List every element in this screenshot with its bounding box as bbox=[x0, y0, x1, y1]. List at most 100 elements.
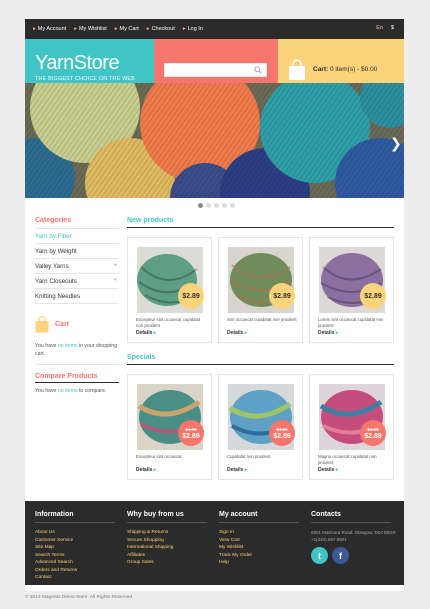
slider-dot[interactable] bbox=[198, 203, 203, 208]
sidebar-cart-title: Cart bbox=[55, 321, 70, 328]
footer-link[interactable]: Contact bbox=[35, 574, 115, 582]
footer-link[interactable]: Affiliates bbox=[127, 552, 207, 560]
log-in-link[interactable]: Log In bbox=[183, 26, 203, 32]
page: My Account My Wishlist My Cart Checkout … bbox=[25, 19, 404, 591]
product-description[interactable]: Excepteur sint occaecat cupidatat non pr… bbox=[136, 317, 206, 328]
product-card[interactable]: $2.89 Sint occaecat cupidatat non proide… bbox=[218, 237, 303, 343]
category-label: Valley Yarns bbox=[35, 263, 69, 270]
category-label: Knitting Needles bbox=[35, 293, 81, 300]
old-price: $4.89 bbox=[185, 427, 197, 432]
category-item[interactable]: Yarn by Weight bbox=[35, 243, 119, 258]
footer-heading: Contacts bbox=[311, 511, 391, 523]
product-card[interactable]: $4.89 $2.89 Cupidatat non proident Detail… bbox=[218, 374, 303, 480]
footer-link[interactable]: Sign In bbox=[219, 529, 299, 537]
top-bar: My Account My Wishlist My Cart Checkout … bbox=[25, 19, 404, 39]
details-link[interactable]: Details bbox=[227, 467, 247, 473]
no-items-link[interactable]: no items bbox=[58, 343, 78, 349]
product-description[interactable]: Magna occaecat cupidatat non proident bbox=[318, 454, 388, 465]
price-badge: $2.89 bbox=[269, 283, 295, 309]
category-label: Yarn Closeouts bbox=[35, 278, 77, 285]
category-item[interactable]: Yarn Closeouts + bbox=[35, 273, 119, 288]
product-description[interactable]: Cupidatat non proident bbox=[227, 454, 297, 460]
expand-icon[interactable]: + bbox=[113, 274, 117, 289]
currency-select[interactable]: $ bbox=[391, 25, 394, 31]
new-products-grid: $2.89 Excepteur sint occaecat cupidatat … bbox=[127, 237, 394, 343]
footer: Information About Us Customer Service Si… bbox=[25, 501, 404, 585]
language-select[interactable]: En bbox=[376, 25, 383, 31]
details-link[interactable]: Details bbox=[318, 467, 338, 473]
facebook-icon[interactable]: f bbox=[332, 547, 349, 564]
sidebar-cart: Cart bbox=[35, 316, 119, 336]
compare-no-items-link[interactable]: no items bbox=[58, 388, 78, 394]
footer-link[interactable]: Secure Shopping bbox=[127, 537, 207, 545]
cart-summary: Cart: 0 item(s) - $0.00 bbox=[313, 66, 377, 73]
footer-link[interactable]: Group Sales bbox=[127, 559, 207, 567]
footer-link[interactable]: Shipping & Returns bbox=[127, 529, 207, 537]
yarn-banner-image: ❯ bbox=[25, 83, 404, 198]
categories-title: Categories bbox=[35, 217, 72, 224]
cart-count: 0 item(s) - $0.00 bbox=[329, 66, 378, 73]
twitter-icon[interactable]: t bbox=[311, 547, 328, 564]
hero-banner: ❯ bbox=[25, 83, 404, 198]
price: $2.89 bbox=[182, 433, 200, 440]
topbar-selectors: En $ bbox=[376, 25, 394, 31]
product-description[interactable]: Lorem sint occaecat cupidatat non proide… bbox=[318, 317, 388, 328]
footer-link[interactable]: Customer Service bbox=[35, 537, 115, 545]
shopping-bag-icon bbox=[35, 316, 49, 333]
my-account-link[interactable]: My Account bbox=[33, 26, 66, 32]
specials-title: Specials bbox=[127, 351, 394, 365]
footer-link[interactable]: Orders and Returns bbox=[35, 567, 115, 575]
search-input[interactable] bbox=[164, 63, 267, 77]
footer-link[interactable]: Site Map bbox=[35, 544, 115, 552]
price: $2.89 bbox=[273, 433, 291, 440]
footer-link[interactable]: View Cart bbox=[219, 537, 299, 545]
price-badge: $4.89 $2.89 bbox=[269, 420, 295, 446]
slider-dot[interactable] bbox=[222, 203, 227, 208]
new-products-title: New products bbox=[127, 214, 394, 228]
category-item[interactable]: Knitting Needles bbox=[35, 288, 119, 303]
product-card[interactable]: $4.89 $2.89 Excepteur sint occaecat Detai… bbox=[127, 374, 212, 480]
footer-link[interactable]: My Wishlist bbox=[219, 544, 299, 552]
main-content: New products $2.89 Excepteur sint occaec… bbox=[127, 214, 394, 480]
cart-text: You have bbox=[35, 343, 58, 349]
product-description[interactable]: Excepteur sint occaecat bbox=[136, 454, 206, 460]
slider-dot[interactable] bbox=[230, 203, 235, 208]
footer-heading: Why buy from us bbox=[127, 511, 207, 523]
product-card[interactable]: $4.89 $2.89 Magna occaecat cupidatat non … bbox=[309, 374, 394, 480]
product-description[interactable]: Sint occaecat cupidatat non proident bbox=[227, 317, 297, 323]
slider-dots bbox=[198, 203, 235, 208]
footer-link[interactable]: International Shipping bbox=[127, 544, 207, 552]
category-item[interactable]: Valley Yarns + bbox=[35, 258, 119, 273]
category-item[interactable]: Yarn by Fiber bbox=[35, 228, 119, 243]
my-wishlist-link[interactable]: My Wishlist bbox=[74, 26, 107, 32]
product-card[interactable]: $2.89 Lorem sint occaecat cupidatat non … bbox=[309, 237, 394, 343]
search-icon[interactable] bbox=[254, 66, 262, 74]
cart-label: Cart: bbox=[313, 66, 329, 73]
footer-link[interactable]: Track My Order bbox=[219, 552, 299, 560]
footer-my-account: My account Sign In View Cart My Wishlist… bbox=[219, 511, 299, 567]
banner-next-arrow[interactable]: ❯ bbox=[390, 136, 402, 152]
social-links: t f bbox=[311, 547, 396, 564]
product-card[interactable]: $2.89 Excepteur sint occaecat cupidatat … bbox=[127, 237, 212, 343]
category-label: Yarn by Fiber bbox=[35, 233, 72, 240]
details-link[interactable]: Details bbox=[136, 467, 156, 473]
slider-dot[interactable] bbox=[214, 203, 219, 208]
details-link[interactable]: Details bbox=[136, 330, 156, 336]
details-link[interactable]: Details bbox=[227, 330, 247, 336]
sidebar-cart-text: You have no items in your shopping cart. bbox=[35, 342, 119, 365]
top-links: My Account My Wishlist My Cart Checkout … bbox=[33, 26, 203, 32]
old-price: $4.89 bbox=[276, 427, 288, 432]
expand-icon[interactable]: + bbox=[113, 259, 117, 274]
details-link[interactable]: Details bbox=[318, 330, 338, 336]
footer-link[interactable]: Help bbox=[219, 559, 299, 567]
slider-dot[interactable] bbox=[206, 203, 211, 208]
footer-link[interactable]: About Us bbox=[35, 529, 115, 537]
footer-link[interactable]: Advanced Search bbox=[35, 559, 115, 567]
compare-text-part: You have bbox=[35, 388, 58, 394]
my-cart-link[interactable]: My Cart bbox=[115, 26, 139, 32]
price-badge: $2.89 bbox=[360, 283, 386, 309]
footer-link[interactable]: Search Terms bbox=[35, 552, 115, 560]
compare-products-title: Compare Products bbox=[35, 371, 119, 383]
phone: +1(234) 567 8901 bbox=[311, 537, 347, 542]
checkout-link[interactable]: Checkout bbox=[147, 26, 175, 32]
